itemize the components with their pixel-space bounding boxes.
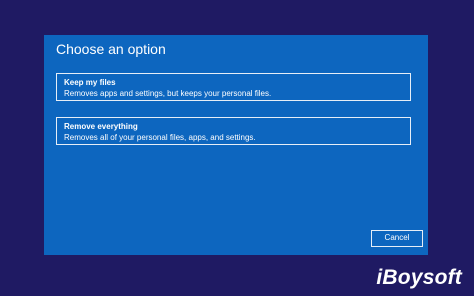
option-title: Remove everything [64,122,138,131]
remove-everything-option[interactable]: Remove everything Removes all of your pe… [56,117,411,145]
keep-my-files-option[interactable]: Keep my files Removes apps and settings,… [56,73,411,101]
reset-dialog: Choose an option Keep my files Removes a… [44,35,428,255]
cancel-button[interactable]: Cancel [371,230,423,247]
iboysoft-watermark: iBoysoft [376,266,462,289]
option-description: Removes apps and settings, but keeps you… [64,89,272,98]
dialog-title: Choose an option [56,41,166,57]
option-title: Keep my files [64,78,116,87]
option-description: Removes all of your personal files, apps… [64,133,256,142]
